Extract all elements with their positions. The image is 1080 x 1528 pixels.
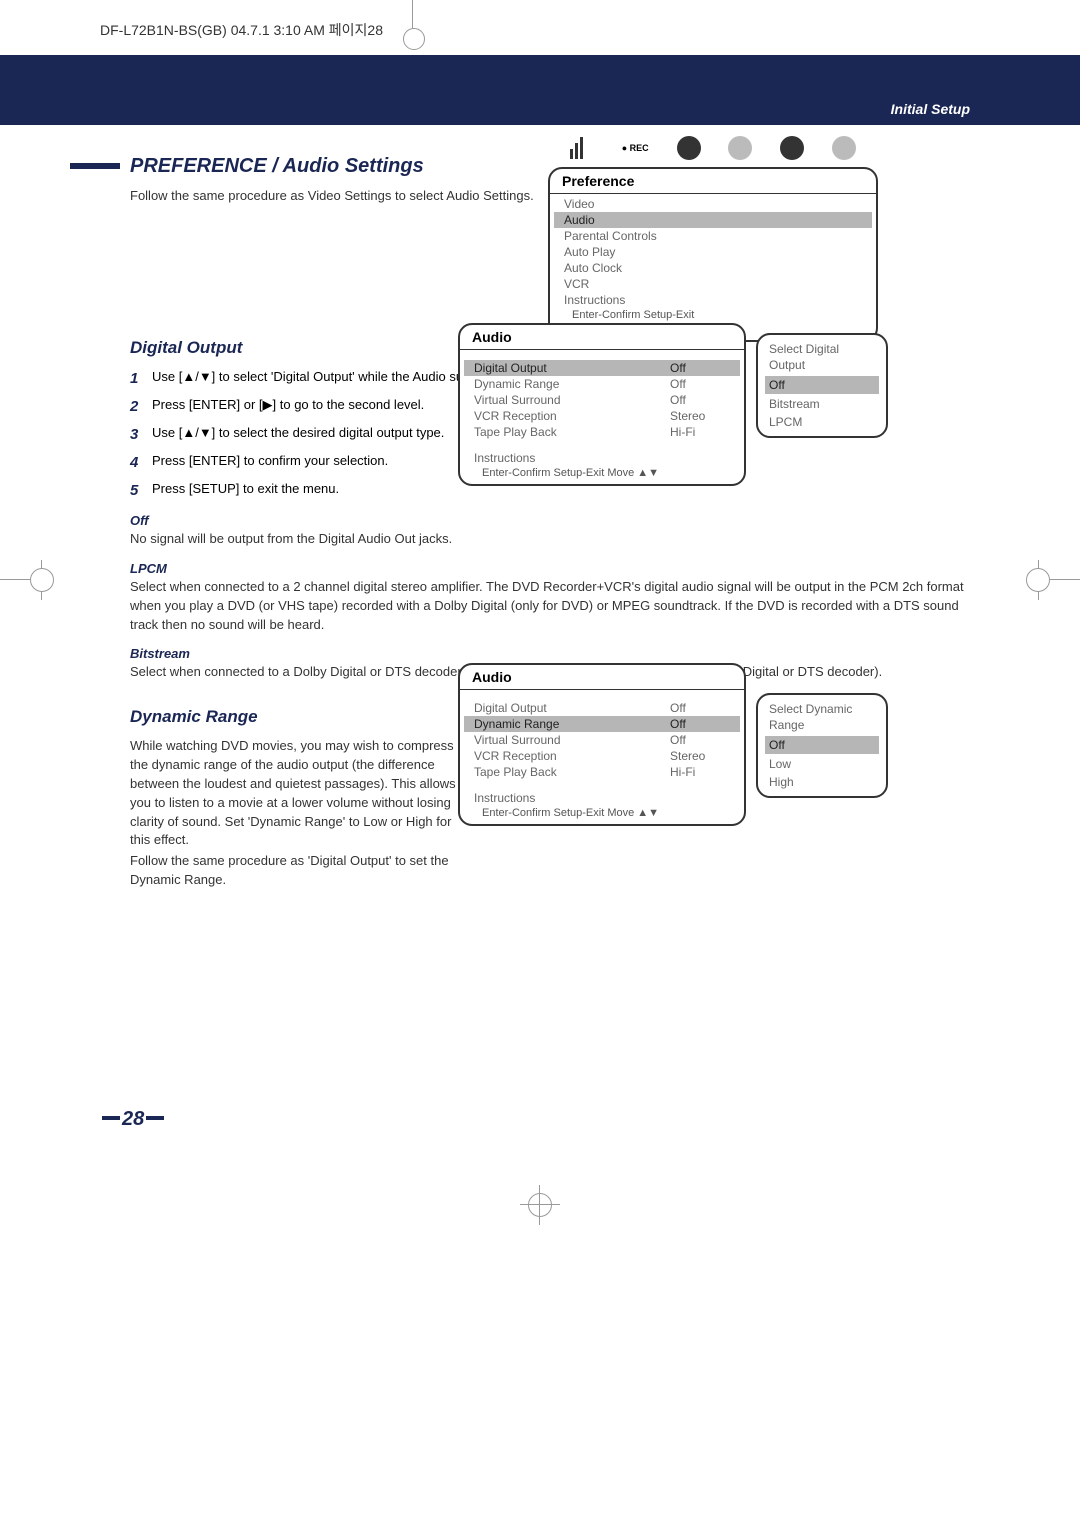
audio2-instr: Instructions [464, 790, 740, 806]
audio2-row-dynamic: Dynamic RangeOff [464, 716, 740, 732]
registration-mark-top [398, 0, 428, 60]
opt2-off: Off [765, 736, 879, 754]
blue-banner: Initial Setup [0, 55, 1080, 125]
rec-icon: ● REC [622, 143, 649, 153]
audio2-row-vcr: VCR ReceptionStereo [464, 748, 740, 764]
step-num: 2 [130, 396, 152, 417]
breadcrumb: Initial Setup [891, 101, 970, 117]
opt-bitstream: Bitstream [761, 395, 883, 413]
off-heading: Off [130, 513, 980, 528]
menu-item-audio: Audio [554, 212, 872, 228]
step-num: 5 [130, 480, 152, 501]
audio-instr: Instructions [464, 450, 740, 466]
step-num: 1 [130, 368, 152, 389]
menu-item-instructions: Instructions [554, 292, 872, 308]
menu-footer-1: Enter-Confirm Setup-Exit [554, 308, 872, 322]
bars-icon [570, 137, 594, 159]
registration-mark-bottom [520, 1185, 560, 1225]
bitstream-heading: Bitstream [130, 646, 980, 661]
off-body: No signal will be output from the Digita… [130, 530, 980, 549]
opt-lpcm: LPCM [761, 413, 883, 431]
page-number: 28 [100, 1108, 166, 1131]
side-title: Select Digital Output [761, 340, 883, 375]
menu-item-parental: Parental Controls [554, 228, 872, 244]
menu-item-autoclock: Auto Clock [554, 260, 872, 276]
audio-row-virtual: Virtual SurroundOff [464, 392, 740, 408]
title-bar-icon [70, 163, 120, 169]
dynamic-body-1: While watching DVD movies, you may wish … [130, 737, 460, 850]
digital-output-options: Select Digital Output Off Bitstream LPCM [756, 333, 888, 438]
dynamic-range-options: Select Dynamic Range Off Low High [756, 693, 888, 798]
audio-row-tape: Tape Play BackHi-Fi [464, 424, 740, 440]
menu-item-autoplay: Auto Play [554, 244, 872, 260]
icon-strip: ● REC [548, 133, 878, 163]
audio-row-vcr: VCR ReceptionStereo [464, 408, 740, 424]
audio-footer: Enter-Confirm Setup-Exit Move ▲▼ [464, 466, 740, 480]
preference-menu: Preference Video Audio Parental Controls… [548, 167, 878, 342]
lpcm-heading: LPCM [130, 561, 980, 576]
step-num: 4 [130, 452, 152, 473]
disc-icon [780, 136, 804, 160]
menu-item-video: Video [554, 196, 872, 212]
audio2-row-tape: Tape Play BackHi-Fi [464, 764, 740, 780]
audio2-footer: Enter-Confirm Setup-Exit Move ▲▼ [464, 806, 740, 820]
step-text: Press [SETUP] to exit the menu. [152, 480, 339, 501]
menu-item-vcr: VCR [554, 276, 872, 292]
step-text: Use [▲/▼] to select the desired digital … [152, 424, 444, 445]
cycle-icon [832, 136, 856, 160]
side-title-2: Select Dynamic Range [761, 700, 883, 735]
globe-icon [677, 136, 701, 160]
audio-menu-2: Audio Digital OutputOff Dynamic RangeOff… [458, 663, 746, 826]
opt2-low: Low [761, 755, 883, 773]
audio2-row-virtual: Virtual SurroundOff [464, 732, 740, 748]
lpcm-body: Select when connected to a 2 channel dig… [130, 578, 980, 635]
audio-row-digital: Digital OutputOff [464, 360, 740, 376]
page-header: DF-L72B1N-BS(GB) 04.7.1 3:10 AM 페이지28 [0, 0, 1080, 40]
audio-menu-1: Audio Digital OutputOff Dynamic RangeOff… [458, 323, 746, 486]
audio2-row-digital: Digital OutputOff [464, 700, 740, 716]
audio-menu-title-2: Audio [460, 665, 744, 690]
step-text: Press [ENTER] or [▶] to go to the second… [152, 396, 424, 417]
audio-menu-title: Audio [460, 325, 744, 350]
audio-row-dynamic: Dynamic RangeOff [464, 376, 740, 392]
dynamic-body-2: Follow the same procedure as 'Digital Ou… [130, 852, 460, 890]
opt2-high: High [761, 773, 883, 791]
opt-off: Off [765, 376, 879, 394]
preference-menu-title: Preference [550, 169, 876, 194]
step-num: 3 [130, 424, 152, 445]
step-text: Press [ENTER] to confirm your selection. [152, 452, 388, 473]
clock-icon [728, 136, 752, 160]
